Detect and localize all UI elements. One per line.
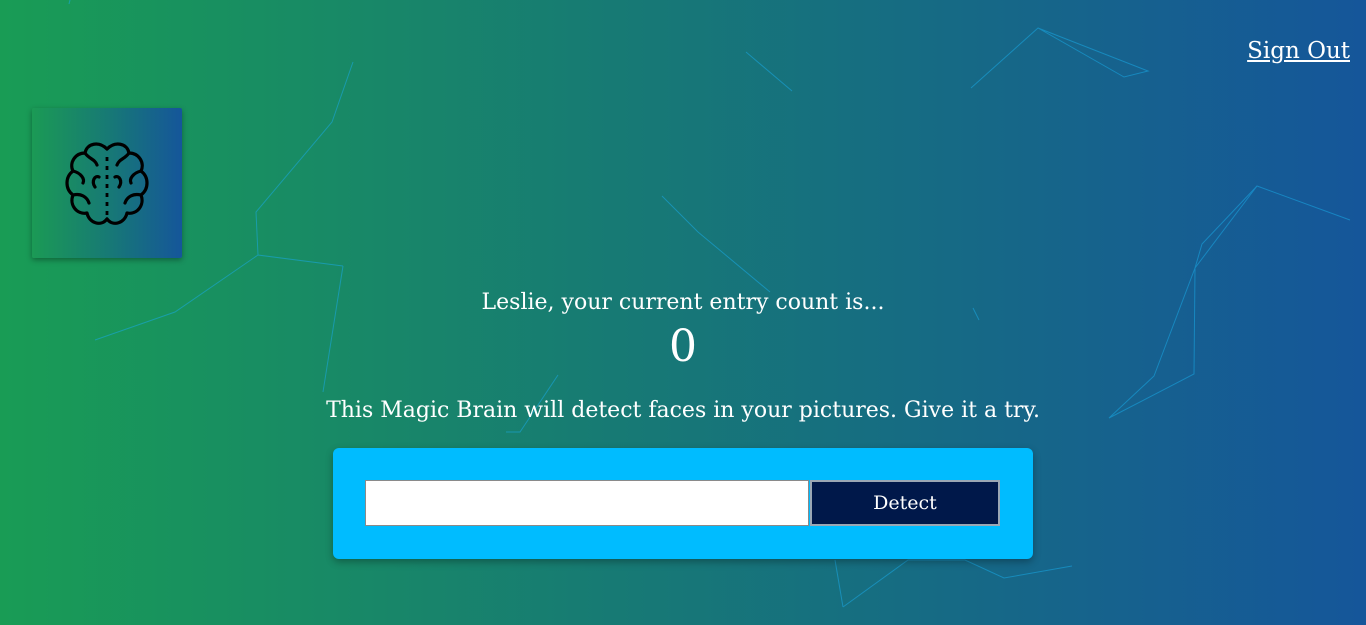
logo-card[interactable] bbox=[32, 108, 182, 258]
intro-tagline: This Magic Brain will detect faces in yo… bbox=[326, 398, 1040, 423]
detect-button[interactable]: Detect bbox=[810, 480, 1000, 526]
image-url-input[interactable] bbox=[365, 480, 809, 526]
brain-icon bbox=[65, 142, 149, 225]
sign-out-link[interactable]: Sign Out bbox=[1247, 38, 1350, 64]
particle-line bbox=[842, 559, 1073, 608]
particle-line bbox=[1194, 185, 1258, 269]
entry-count-greeting: Leslie, your current entry count is... bbox=[481, 290, 885, 315]
particle-line bbox=[970, 27, 1150, 89]
particle-line bbox=[745, 51, 793, 92]
image-link-form: Detect bbox=[333, 448, 1033, 559]
particle-line bbox=[834, 559, 844, 608]
particle-line bbox=[68, 0, 71, 5]
entry-count-value: 0 bbox=[669, 321, 697, 372]
particle-line bbox=[661, 195, 771, 293]
